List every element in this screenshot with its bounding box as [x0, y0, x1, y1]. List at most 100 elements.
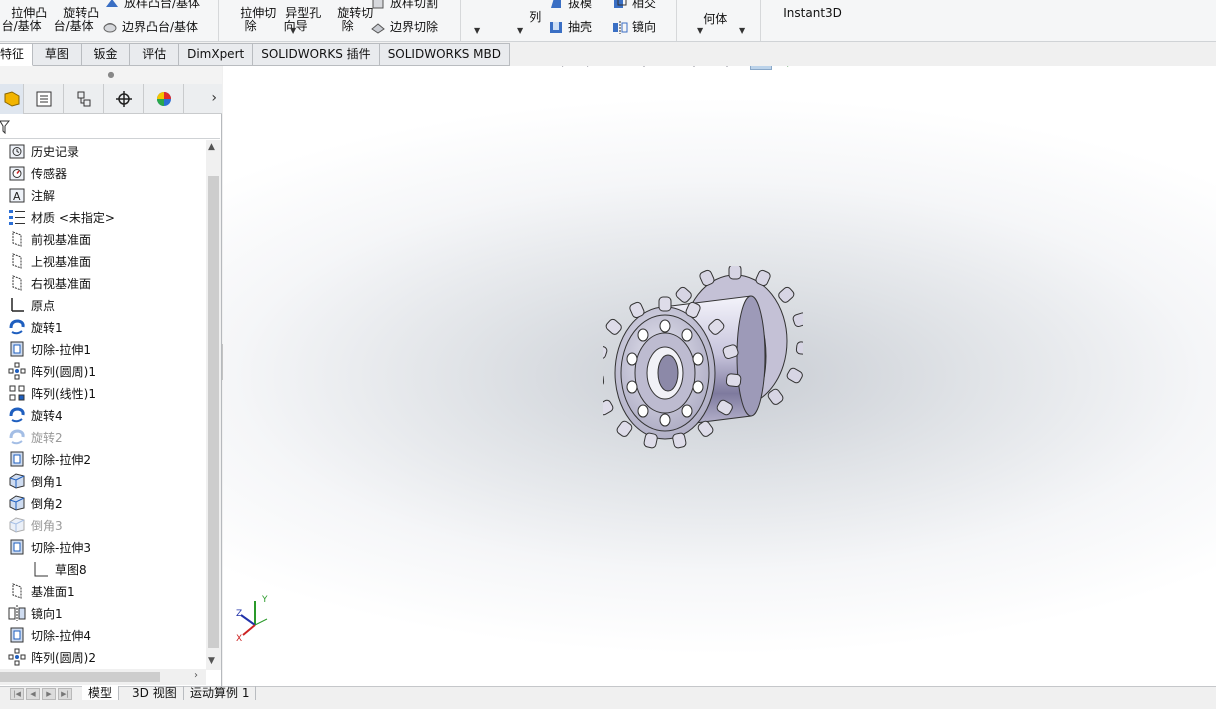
curves-dropdown-icon[interactable]: ▼ — [739, 26, 745, 35]
hide-show-items-icon[interactable] — [749, 66, 772, 70]
tree-item[interactable]: 阵列(圆周)2 — [8, 646, 96, 668]
feature-manager-tab[interactable] — [0, 84, 24, 114]
tab-motion-study-1[interactable]: 运动算例 1 — [184, 686, 257, 701]
view-orientation-icon[interactable] — [683, 66, 705, 70]
filter-icon[interactable] — [0, 120, 10, 134]
tree-item[interactable]: 阵列(线性)1 — [8, 382, 96, 404]
tree-item[interactable]: 切除-拉伸3 — [8, 536, 91, 558]
dimxpert-manager-tab[interactable] — [104, 84, 144, 114]
section-view-icon[interactable] — [633, 66, 655, 70]
draft-button[interactable]: 拔模 — [548, 0, 592, 11]
tree-item[interactable]: 旋转4 — [8, 404, 63, 426]
graphics-area[interactable]: ▼ ▼ ▼ ▼ ▼ — [223, 66, 1216, 686]
appearance-ball-icon — [156, 92, 171, 106]
chevron-right-icon[interactable]: › — [211, 90, 217, 106]
reference-geometry-dropdown-icon[interactable]: ▼ — [697, 26, 703, 35]
pattern-dropdown-icon[interactable]: ▼ — [517, 26, 523, 35]
scroll-right-icon[interactable]: › — [194, 670, 198, 681]
display-manager-tab[interactable] — [144, 84, 184, 114]
shell-button[interactable]: 抽壳 — [548, 18, 592, 35]
tree-item[interactable]: 切除-拉伸4 — [8, 624, 91, 646]
tree-item-label: 上视基准面 — [31, 254, 92, 269]
tree-item[interactable]: 镜向1 — [8, 602, 63, 624]
apply-scene-icon[interactable] — [808, 66, 830, 70]
loft-cut-button[interactable]: 放样切割 — [370, 0, 438, 11]
hole-wizard-dropdown-icon[interactable]: ▼ — [290, 26, 296, 35]
tab-sheet-metal[interactable]: 钣金 — [81, 43, 131, 66]
extrude-boss-button[interactable]: 拉伸凸 台/基体 — [0, 0, 48, 41]
tab-sketch[interactable]: 草图 — [33, 43, 82, 66]
tab-dimxpert[interactable]: DimXpert — [179, 43, 254, 66]
reference-geometry-button[interactable]: 何体 — [688, 0, 727, 39]
panel-grip-handle[interactable]: ● — [0, 66, 222, 84]
tree-item[interactable]: 倒角3 — [8, 514, 63, 536]
tree-item[interactable]: 前视基准面 — [8, 228, 91, 250]
tab-features[interactable]: 特征 — [0, 43, 34, 66]
draft-icon — [551, 0, 561, 8]
tree-vertical-scrollbar[interactable]: ▲ ▼ — [206, 140, 221, 670]
previous-view-icon[interactable] — [608, 66, 630, 70]
tree-item[interactable]: 历史记录 — [8, 140, 79, 162]
configuration-manager-tab[interactable] — [64, 84, 104, 114]
sprocket-part-model[interactable] — [603, 266, 803, 456]
tree-filter-bar[interactable] — [0, 115, 220, 139]
chamfer-icon — [8, 472, 26, 490]
boundary-boss-button[interactable]: 边界凸台/基体 — [102, 18, 198, 35]
loft-boss-label: 放样凸台/基体 — [124, 0, 201, 10]
zoom-to-area-icon[interactable] — [583, 66, 605, 70]
last-tab-icon[interactable]: ▶| — [58, 688, 72, 700]
boundary-cut-button[interactable]: 边界切除 — [370, 18, 438, 35]
fillet-dropdown-icon[interactable]: ▼ — [474, 26, 480, 35]
tree-item-label: 阵列(线性)1 — [31, 386, 96, 401]
mirror-label: 镜向 — [632, 20, 657, 34]
view-settings-icon[interactable] — [842, 66, 864, 70]
tab-evaluate[interactable]: 评估 — [130, 43, 180, 66]
tree-item[interactable]: 原点 — [8, 294, 55, 316]
tab-model[interactable]: 模型 — [82, 686, 120, 701]
hole-wizard-button[interactable]: 异型孔 向导 — [270, 0, 322, 41]
dynamic-annotation-icon[interactable] — [658, 66, 680, 70]
tree-item[interactable]: 旋转2 — [8, 426, 63, 448]
scroll-up-icon[interactable]: ▲ — [208, 142, 215, 152]
tab-3d-view[interactable]: 3D 视图 — [126, 686, 184, 701]
tree-item[interactable]: 倒角2 — [8, 492, 63, 514]
loft-boss-button[interactable]: 放样凸台/基体 — [104, 0, 200, 11]
boundary-cut-icon — [371, 22, 385, 34]
tree-item[interactable]: 倒角1 — [8, 470, 63, 492]
tree-item-label: 旋转1 — [31, 320, 63, 335]
tree-horizontal-scrollbar[interactable]: › — [0, 669, 206, 685]
display-style-icon[interactable] — [716, 66, 738, 70]
tree-item[interactable]: 阵列(圆周)1 — [8, 360, 96, 382]
intersect-button[interactable]: 相交 — [612, 0, 656, 11]
mirror-button[interactable]: 镜向 — [612, 18, 656, 35]
tree-item[interactable]: 切除-拉伸1 — [8, 338, 91, 360]
tree-item[interactable]: 右视基准面 — [8, 272, 91, 294]
extrude-cut-button[interactable]: 拉伸切 除 — [225, 0, 276, 41]
tab-solidworks-addins[interactable]: SOLIDWORKS 插件 — [253, 43, 380, 66]
tree-item[interactable]: 草图8 — [32, 558, 87, 580]
tree-item[interactable]: 旋转1 — [8, 316, 63, 338]
scroll-thumb[interactable] — [208, 176, 219, 648]
revolve-boss-button[interactable]: 旋转凸 台/基体 — [48, 0, 100, 41]
zoom-to-fit-icon[interactable] — [558, 66, 580, 70]
tab-solidworks-mbd[interactable]: SOLIDWORKS MBD — [379, 43, 510, 66]
edit-appearance-icon[interactable] — [783, 66, 805, 70]
tree-item[interactable]: 基准面1 — [8, 580, 75, 602]
tree-item[interactable]: 切除-拉伸2 — [8, 448, 91, 470]
previous-tab-icon[interactable]: ◀ — [26, 688, 40, 700]
instant3d-button[interactable]: Instant3D — [768, 0, 842, 33]
revolve-boss-label: 旋转凸 台/基体 — [53, 6, 100, 33]
horizontal-scroll-thumb[interactable] — [0, 672, 160, 682]
feature-manager-icon — [4, 91, 19, 107]
revolve-cut-button[interactable]: 旋转切 除 — [322, 0, 373, 41]
property-manager-tab[interactable] — [24, 84, 64, 114]
tree-item[interactable]: 上视基准面 — [8, 250, 91, 272]
mirror-icon — [613, 20, 628, 34]
tree-item[interactable]: A 注解 — [8, 184, 55, 206]
tree-item[interactable]: 材质 <未指定> — [8, 206, 115, 228]
first-tab-icon[interactable]: |◀ — [10, 688, 24, 700]
tree-item[interactable]: 传感器 — [8, 162, 67, 184]
sketch-icon — [32, 560, 50, 578]
next-tab-icon[interactable]: ▶ — [42, 688, 56, 700]
scroll-down-icon[interactable]: ▼ — [208, 656, 215, 666]
